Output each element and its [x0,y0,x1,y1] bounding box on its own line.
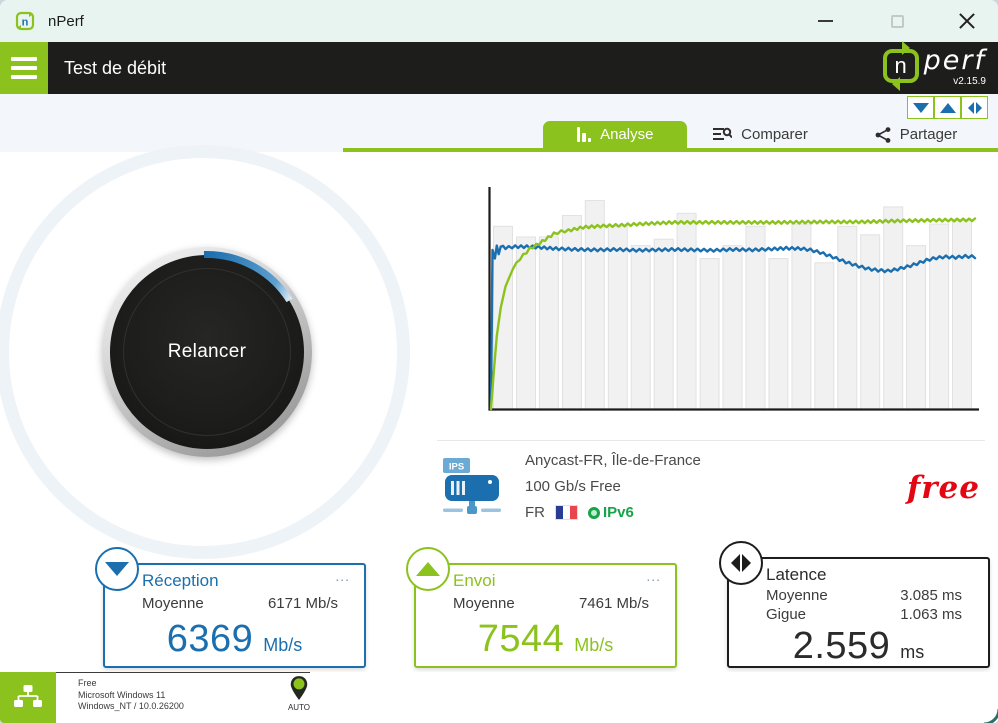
ipv6-icon [588,506,600,519]
upload-badge [406,547,450,591]
titlebar: n nPerf [0,0,998,42]
platform-version: Windows_NT / 10.0.26200 [78,701,184,711]
download-avg-value: 6171 Mb/s [267,595,338,612]
upload-result-card: Envoi ... Moyenne 7461 Mb/s 7544 Mb/s [406,547,677,668]
download-badge [95,547,139,591]
tab-analyse[interactable]: Analyse [543,121,687,148]
ips-badge-text: IPS [449,462,464,473]
ipv6-badge: IPv6 [588,504,634,521]
upload-card-menu[interactable]: ... [646,569,661,583]
svg-text:n: n [22,17,29,29]
nperf-logo-icon: n [882,49,919,83]
tab-comparer[interactable]: Comparer [687,121,834,148]
server-selection-auto[interactable]: AUTO [277,675,321,712]
list-search-icon [713,127,733,140]
upload-arrow-icon [416,562,440,576]
download-card-menu[interactable]: ... [335,569,350,583]
server-country-code: FR [525,504,545,521]
download-arrow-icon [105,562,129,576]
jitter-label: Gigue [766,606,807,623]
france-flag-icon [555,505,578,520]
hamburger-icon [11,57,37,61]
server-icon: IPS [443,458,501,514]
auto-label: AUTO [287,703,311,712]
subheader: Analyse Comparer Partager [0,94,998,152]
maximize-button[interactable] [874,0,920,42]
latency-value: 2.559 [792,625,891,667]
nperf-app-icon: n [14,10,36,32]
download-card-title: Réception [142,571,219,590]
latency-toggle-button[interactable] [961,96,988,119]
arrow-up-icon [939,102,956,113]
window-corner-decoration [983,708,998,723]
isp-name: Free [78,678,97,688]
upload-avg-value: 7461 Mb/s [578,595,649,612]
share-icon [875,126,891,143]
hamburger-menu-button[interactable] [0,42,48,94]
latency-arrows-icon [731,554,751,572]
arrow-down-icon [912,102,929,113]
server-info: IPS Anycast-FR, Île-de-France 100 Gb/s F… [443,452,701,521]
os-name: Microsoft Windows 11 [78,689,166,700]
app-version: v2.15.9 [953,76,986,87]
server-bandwidth: 100 Gb/s Free [525,478,621,495]
tab-partager[interactable]: Partager [834,121,998,148]
upload-unit: Mb/s [574,635,614,655]
download-result-card: Réception ... Moyenne 6171 Mb/s 6369 Mb/… [95,547,366,668]
provider-free-logo: free [906,470,980,506]
jitter-value: 1.063 ms [900,606,962,623]
restart-test-label: Relancer [167,341,247,362]
tab-bar: Analyse Comparer Partager [543,121,998,148]
latency-result-card: Latence Moyenne 3.085 ms Gigue 1.063 ms … [719,541,990,668]
maximize-icon [890,14,904,28]
app-header: Test de débit n perf v2.15.9 [0,42,998,94]
minimize-icon [817,20,833,22]
upload-toggle-button[interactable] [934,96,961,119]
server-name: Anycast-FR, Île-de-France [525,452,701,469]
upload-value: 7544 [477,618,565,660]
speed-chart [488,187,979,411]
nperf-brand-logo: n perf v2.15.9 [882,45,986,87]
close-icon [958,12,976,30]
download-unit: Mb/s [263,635,303,655]
network-settings-button[interactable] [0,672,56,723]
latency-card-title: Latence [766,565,827,584]
system-info[interactable]: Free Microsoft Windows 11 Windows_NT / 1… [56,672,310,723]
brand-word: perf [923,45,986,76]
arrows-left-right-icon [967,101,982,114]
latency-avg-label: Moyenne [766,587,828,604]
download-value: 6369 [166,618,254,660]
latency-avg-value: 3.085 ms [900,587,962,604]
nperf-window: n nPerf Test de débit n perf v2.15.9 Ana… [0,0,998,723]
chart-series-toggles [907,96,988,119]
main-content: Relancer IPS Anycast-FR, Île-de-France 1… [0,145,998,672]
location-pin-icon [290,676,308,700]
download-toggle-button[interactable] [907,96,934,119]
window-title: nPerf [48,12,84,30]
latency-badge [719,541,763,585]
close-button[interactable] [944,0,990,42]
upload-card-title: Envoi [453,571,496,590]
bar-chart-icon [576,127,592,142]
minimize-button[interactable] [802,0,848,42]
restart-test-button[interactable]: Relancer [102,247,312,457]
divider [437,440,985,441]
page-title: Test de débit [64,57,167,78]
download-avg-label: Moyenne [142,595,204,612]
network-icon [14,684,42,707]
upload-avg-label: Moyenne [453,595,515,612]
latency-unit: ms [900,642,925,662]
status-bar: Free Microsoft Windows 11 Windows_NT / 1… [0,672,998,723]
